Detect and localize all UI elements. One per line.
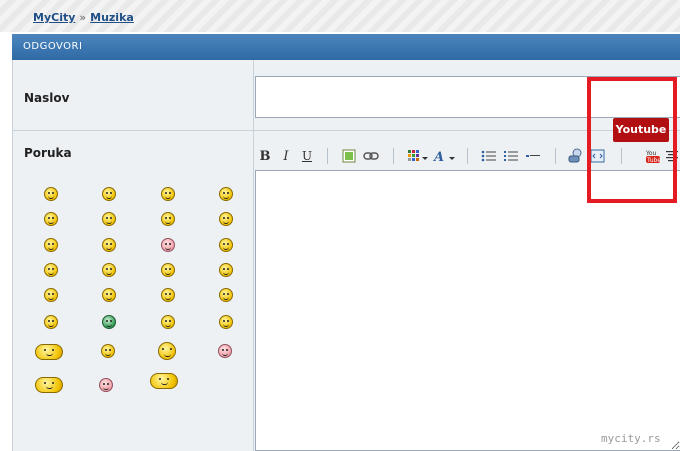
smiley-icon[interactable]	[219, 212, 233, 226]
reply-header: ODGOVORI	[12, 34, 680, 60]
smiley-icon[interactable]	[35, 377, 63, 393]
insert-link-button[interactable]	[363, 147, 379, 165]
smiley-icon[interactable]	[161, 315, 175, 329]
smiley-icon[interactable]	[102, 187, 116, 201]
smiley-icon[interactable]	[161, 263, 175, 277]
smiley-icon[interactable]	[102, 238, 116, 252]
bullet-list-button[interactable]	[481, 147, 497, 165]
breadcrumb: MyCity » Muzika	[33, 11, 134, 24]
title-input[interactable]	[255, 76, 680, 118]
smiley-icon[interactable]	[102, 288, 116, 302]
smiley-icon[interactable]	[158, 342, 176, 360]
smiley-icon[interactable]	[161, 212, 175, 226]
toolbar-separator	[467, 148, 468, 164]
italic-icon: I	[283, 148, 289, 164]
breadcrumb-separator: »	[79, 11, 87, 24]
quote-button[interactable]	[567, 147, 585, 165]
smiley-icon[interactable]	[44, 187, 58, 201]
numbered-list-icon	[504, 151, 518, 161]
editor-toolbar: B I U A You Tube	[255, 144, 680, 170]
svg-text:You: You	[645, 150, 657, 157]
smiley-icon[interactable]	[102, 263, 116, 277]
reply-form-panel: Naslov Poruka B I U A You Tube	[12, 60, 680, 451]
horizontal-rule-icon	[526, 155, 540, 157]
message-editor[interactable]	[255, 170, 680, 451]
smiley-icon[interactable]	[44, 212, 58, 226]
bold-button[interactable]: B	[258, 147, 272, 165]
message-label: Poruka	[24, 146, 72, 160]
smiley-icon[interactable]	[44, 315, 58, 329]
bold-icon: B	[259, 148, 271, 164]
svg-text:A: A	[433, 150, 444, 163]
smiley-icon[interactable]	[150, 373, 178, 389]
smiley-icon[interactable]	[219, 187, 233, 201]
smiley-icon[interactable]	[99, 378, 113, 392]
youtube-icon: YouTube	[645, 150, 661, 164]
align-button[interactable]	[665, 147, 679, 165]
font-size-button[interactable]: A	[433, 147, 457, 165]
title-label: Naslov	[24, 91, 70, 105]
svg-text:Tube: Tube	[646, 157, 661, 164]
insert-image-button[interactable]	[341, 147, 357, 165]
youtube-button[interactable]: You Tube	[645, 147, 661, 165]
smiley-icon[interactable]	[101, 344, 115, 358]
smiley-icon[interactable]	[219, 263, 233, 277]
breadcrumb-section-link[interactable]: Muzika	[90, 11, 134, 24]
smiley-icon[interactable]	[219, 315, 233, 329]
smiley-icon[interactable]	[44, 238, 58, 252]
toolbar-separator	[327, 148, 328, 164]
numbered-list-button[interactable]	[503, 147, 519, 165]
row-divider	[13, 130, 680, 131]
underline-icon: U	[301, 149, 313, 163]
smiley-icon[interactable]	[219, 288, 233, 302]
smiley-icon[interactable]	[35, 344, 63, 360]
breadcrumb-home-link[interactable]: MyCity	[33, 11, 75, 24]
insert-image-icon	[342, 149, 356, 163]
smiley-icon[interactable]	[161, 187, 175, 201]
watermark: mycity.rs	[601, 432, 661, 445]
youtube-tooltip: Youtube	[613, 118, 669, 142]
smiley-icon[interactable]	[218, 344, 232, 358]
smiley-icon[interactable]	[44, 263, 58, 277]
color-button[interactable]	[407, 147, 429, 165]
smiley-icon[interactable]	[44, 288, 58, 302]
italic-button[interactable]: I	[279, 147, 293, 165]
insert-link-icon	[363, 152, 379, 160]
smiley-icon[interactable]	[161, 238, 175, 252]
align-icon	[666, 151, 678, 162]
toolbar-separator	[393, 148, 394, 164]
smiley-icon[interactable]	[161, 288, 175, 302]
top-bar: MyCity » Muzika	[0, 0, 680, 32]
bullet-list-icon	[481, 150, 496, 162]
horizontal-rule-button[interactable]	[525, 147, 541, 165]
toolbar-separator	[555, 148, 556, 164]
smiley-icon[interactable]	[102, 315, 116, 329]
toolbar-separator	[621, 148, 622, 164]
smiley-icon[interactable]	[102, 212, 116, 226]
code-button[interactable]	[589, 147, 607, 165]
quote-icon	[568, 148, 582, 163]
underline-button[interactable]: U	[300, 147, 314, 165]
font-size-icon: A	[433, 150, 455, 163]
smiley-icon[interactable]	[219, 238, 233, 252]
code-icon	[590, 149, 605, 163]
color-icon	[408, 150, 428, 161]
